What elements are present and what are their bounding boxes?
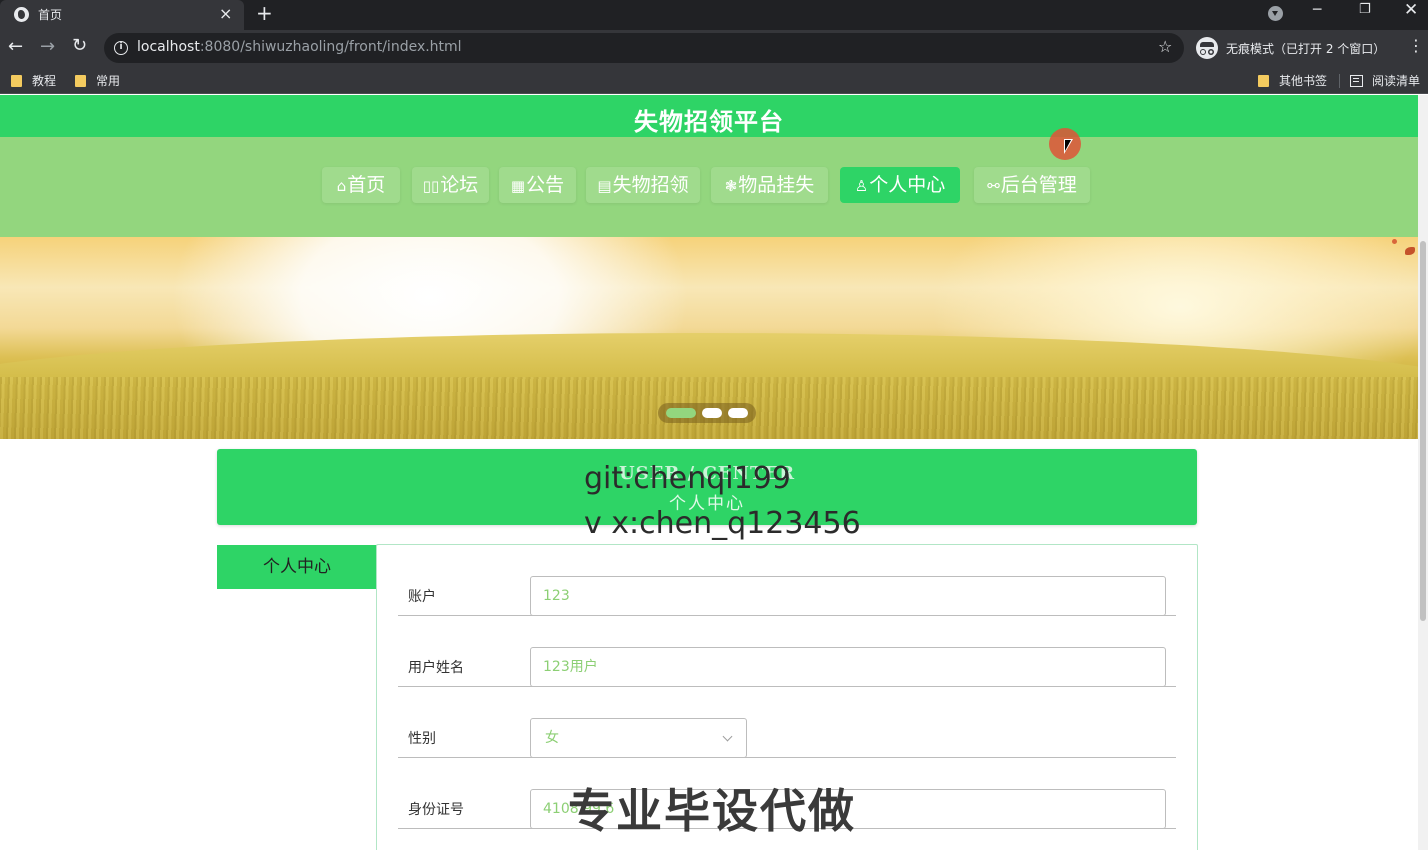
form-row-name: 用户姓名 123用户 bbox=[398, 616, 1176, 687]
link-icon: ⚯ bbox=[987, 177, 1000, 195]
lost-found-icon: ▤ bbox=[597, 177, 612, 195]
restore-icon[interactable]: ❐ bbox=[1359, 2, 1371, 17]
id-label: 身份证号 bbox=[408, 802, 464, 818]
browser-toolbar: ← → ↻ i localhost:8080/shiwuzhaoling/fro… bbox=[0, 30, 1428, 66]
incognito-label[interactable]: 无痕模式（已打开 2 个窗口） bbox=[1226, 40, 1385, 57]
account-input[interactable]: 123 bbox=[530, 576, 1166, 616]
form-row-gender: 性别 女 bbox=[398, 687, 1176, 758]
tab-title: 首页 bbox=[38, 8, 63, 22]
scrollbar-thumb[interactable] bbox=[1420, 241, 1426, 621]
nav-user-center[interactable]: ♙个人中心 bbox=[840, 167, 960, 203]
tab-search-icon[interactable] bbox=[1268, 6, 1283, 21]
carousel-indicators bbox=[658, 403, 756, 423]
carousel-dot-active[interactable] bbox=[666, 408, 696, 418]
browser-tab[interactable]: 首页 × bbox=[0, 0, 244, 30]
bookmark-divider bbox=[1339, 74, 1340, 88]
form-row-account: 账户 123 bbox=[398, 545, 1176, 616]
nav-admin[interactable]: ⚯后台管理 bbox=[974, 167, 1090, 203]
address-bar[interactable]: i localhost:8080/shiwuzhaoling/front/ind… bbox=[104, 33, 1184, 63]
browser-tab-bar: 首页 × + ─ ❐ ✕ bbox=[0, 0, 1428, 30]
watermark-git: git:chenqi199 bbox=[584, 461, 791, 496]
star-icon[interactable]: ☆ bbox=[1158, 37, 1172, 56]
leaf-decoration bbox=[1392, 239, 1397, 244]
site-title: 失物招领平台 bbox=[634, 108, 784, 136]
page-scrollbar[interactable] bbox=[1418, 95, 1428, 850]
carousel-banner[interactable] bbox=[0, 237, 1418, 439]
folder-icon bbox=[11, 75, 22, 87]
info-icon[interactable]: i bbox=[114, 41, 128, 55]
nav-forum[interactable]: ▯▯论坛 bbox=[412, 167, 489, 203]
home-icon: ⌂ bbox=[336, 177, 347, 195]
globe-icon bbox=[14, 7, 29, 22]
user-icon: ♙ bbox=[854, 177, 869, 195]
reading-list[interactable]: 阅读清单 bbox=[1350, 72, 1420, 89]
reload-icon[interactable]: ↻ bbox=[72, 35, 87, 56]
close-tab-icon[interactable]: × bbox=[219, 4, 232, 24]
flower-icon: ❃ bbox=[724, 177, 738, 195]
announcement-icon: ▦ bbox=[510, 177, 526, 195]
menu-icon[interactable]: ⋮ bbox=[1408, 36, 1424, 55]
window-close-icon[interactable]: ✕ bbox=[1404, 0, 1418, 20]
folder-icon bbox=[1258, 75, 1269, 87]
watermark-ad: 专业毕设代做 bbox=[568, 784, 856, 838]
page-viewport: 失物招领平台 ⌂首页 ▯▯论坛 ▦公告 ▤失物招领 ❃物品挂失 ♙个人中心 ⚯后… bbox=[0, 95, 1428, 850]
bookmark-folder[interactable]: 常用 bbox=[75, 72, 120, 89]
url-text[interactable]: localhost:8080/shiwuzhaoling/front/index… bbox=[137, 39, 462, 55]
account-label: 账户 bbox=[408, 589, 436, 605]
bookmarks-bar: 教程 常用 其他书签 阅读清单 bbox=[0, 66, 1428, 94]
minimize-icon[interactable]: ─ bbox=[1313, 2, 1321, 18]
leaf-decoration bbox=[1405, 247, 1415, 255]
nav-home[interactable]: ⌂首页 bbox=[322, 167, 400, 203]
back-icon[interactable]: ← bbox=[8, 36, 23, 57]
carousel-dot[interactable] bbox=[702, 408, 722, 418]
carousel-dot[interactable] bbox=[728, 408, 748, 418]
watermark-vx: v x:chen_q123456 bbox=[584, 506, 861, 541]
gender-select[interactable]: 女 bbox=[530, 718, 747, 758]
gender-value: 女 bbox=[545, 730, 559, 746]
sidebar-item-user-center[interactable]: 个人中心 bbox=[217, 545, 377, 589]
forward-icon[interactable]: → bbox=[40, 36, 55, 57]
bookmark-folder[interactable]: 教程 bbox=[11, 72, 56, 89]
chevron-down-icon bbox=[722, 731, 733, 742]
forum-icon: ▯▯ bbox=[422, 177, 440, 195]
incognito-icon[interactable] bbox=[1196, 37, 1218, 59]
name-label: 用户姓名 bbox=[408, 660, 464, 676]
nav-announcement[interactable]: ▦公告 bbox=[499, 167, 576, 203]
other-bookmarks[interactable]: 其他书签 bbox=[1258, 72, 1327, 89]
cursor-icon bbox=[1064, 139, 1073, 154]
name-input[interactable]: 123用户 bbox=[530, 647, 1166, 687]
site-header: 失物招领平台 bbox=[0, 95, 1418, 137]
folder-icon bbox=[75, 75, 86, 87]
gender-label: 性别 bbox=[408, 731, 436, 747]
nav-report-lost[interactable]: ❃物品挂失 bbox=[711, 167, 828, 203]
main-nav: ⌂首页 ▯▯论坛 ▦公告 ▤失物招领 ❃物品挂失 ♙个人中心 ⚯后台管理 bbox=[0, 137, 1418, 237]
new-tab-button[interactable]: + bbox=[256, 1, 273, 25]
nav-lost-found[interactable]: ▤失物招领 bbox=[586, 167, 700, 203]
reading-list-icon bbox=[1350, 75, 1363, 87]
